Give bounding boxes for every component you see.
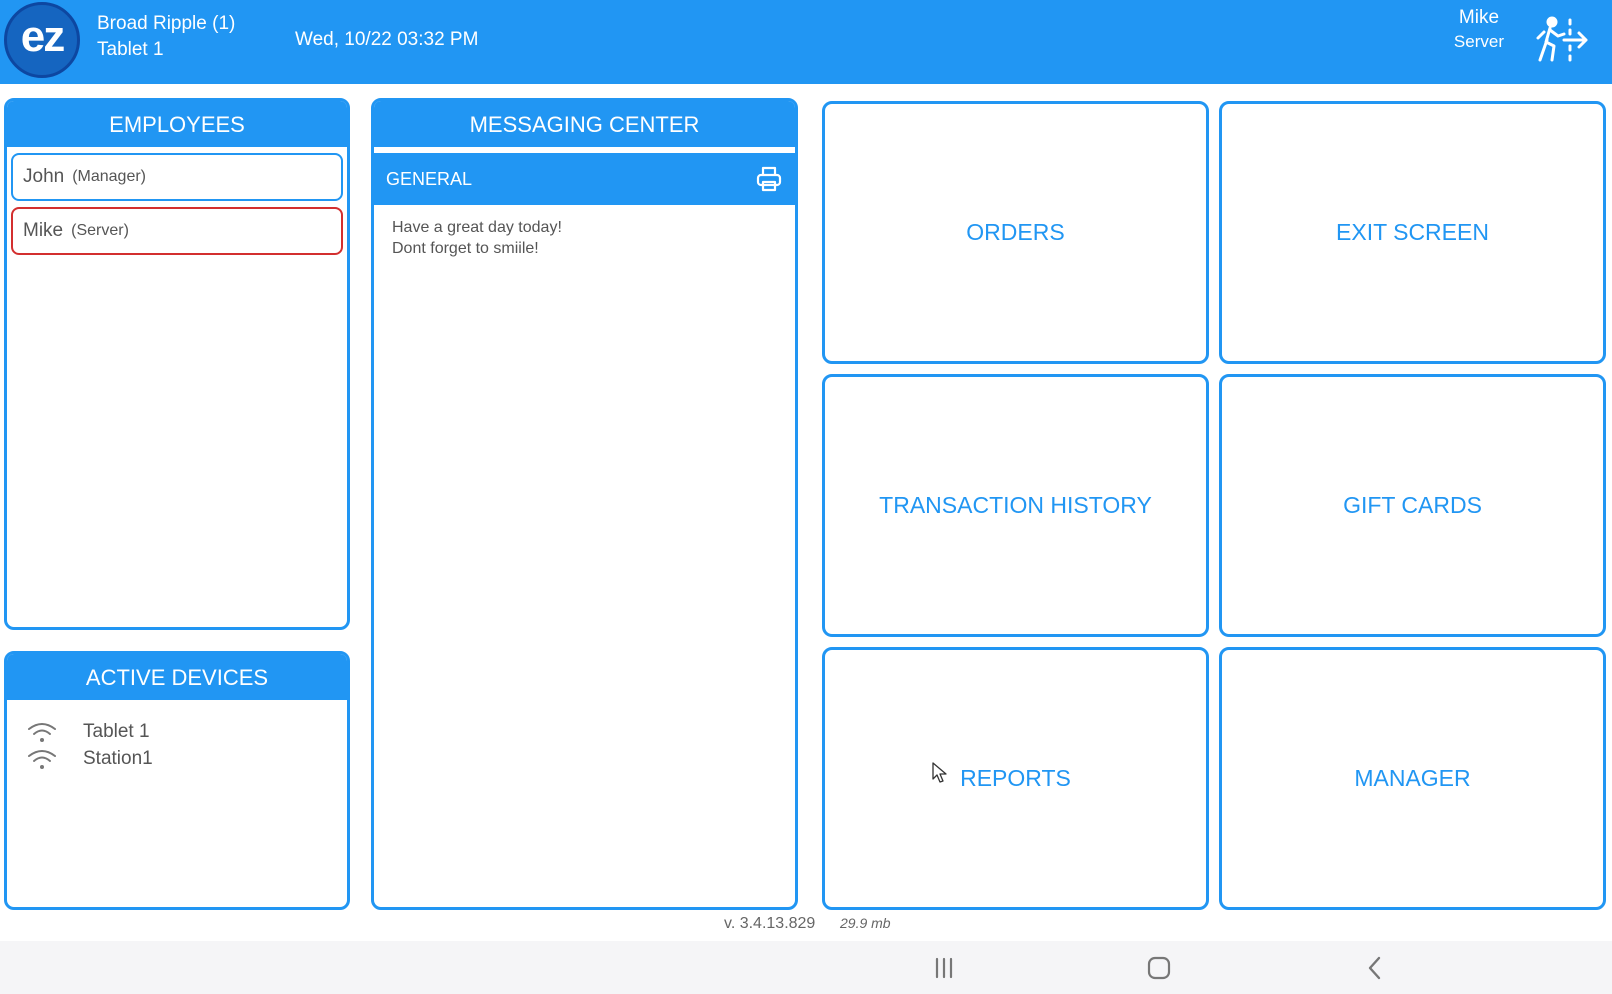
employees-panel: EMPLOYEES John (Manager) Mike (Server) (4, 98, 350, 630)
employee-role: (Server) (71, 222, 129, 239)
mouse-cursor-icon (932, 762, 947, 783)
message-channel-bar: GENERAL (374, 153, 795, 205)
manager-button[interactable]: MANAGER (1219, 647, 1606, 910)
device-list: Tablet 1 Station1 (7, 700, 347, 772)
messaging-center-title: MESSAGING CENTER (374, 101, 795, 147)
employee-item-john[interactable]: John (Manager) (11, 153, 343, 201)
top-bar: ez Broad Ripple (1) Tablet 1 Wed, 10/22 … (0, 0, 1612, 84)
reports-button[interactable]: REPORTS (822, 647, 1209, 910)
orders-button[interactable]: ORDERS (822, 101, 1209, 364)
memory-label: 29.9 mb (840, 915, 891, 931)
user-name: Mike (1458, 7, 1500, 28)
exit-screen-button[interactable]: EXIT SCREEN (1219, 101, 1606, 364)
wifi-icon (28, 722, 56, 742)
back-icon[interactable] (1360, 953, 1390, 983)
message-channel-label: GENERAL (386, 168, 473, 189)
location-info: Broad Ripple (1) Tablet 1 (97, 11, 235, 63)
wifi-icon (28, 749, 56, 769)
home-icon[interactable] (1144, 953, 1174, 983)
version-label: v. 3.4.13.829 (724, 915, 816, 932)
active-devices-title: ACTIVE DEVICES (7, 654, 347, 700)
recents-icon[interactable] (929, 953, 959, 983)
message-line: Dont forget to smiile! (392, 240, 539, 257)
current-user: Mike Server (1454, 6, 1504, 54)
active-devices-panel: ACTIVE DEVICES Tablet 1 Station1 (4, 651, 350, 910)
user-role: Server (1453, 32, 1504, 51)
date-time: Wed, 10/22 03:32 PM (295, 29, 479, 50)
logo-text: ez (20, 12, 66, 61)
device-label: Tablet 1 (83, 720, 150, 742)
message-body: Have a great day today! Dont forget to s… (374, 205, 795, 271)
employee-role: (Manager) (72, 168, 147, 185)
gift-cards-button[interactable]: GIFT CARDS (1219, 374, 1606, 637)
device-row: Station1 (27, 745, 347, 772)
device-row: Tablet 1 (27, 718, 347, 745)
ez-logo: ez (4, 2, 80, 78)
logout-person-icon[interactable] (1534, 16, 1590, 64)
device-name: Tablet 1 (97, 39, 164, 60)
message-line: Have a great day today! (392, 219, 562, 236)
printer-icon[interactable] (755, 165, 783, 193)
messaging-center-panel: MESSAGING CENTER GENERAL Have a great da… (371, 98, 798, 910)
employee-name: Mike (23, 220, 64, 241)
employee-name: John (23, 166, 65, 187)
location-name: Broad Ripple (1) (97, 13, 236, 34)
transaction-history-button[interactable]: TRANSACTION HISTORY (822, 374, 1209, 637)
android-nav-bar (0, 941, 1612, 994)
device-label: Station1 (83, 747, 153, 769)
employees-title: EMPLOYEES (7, 101, 347, 147)
employee-item-mike[interactable]: Mike (Server) (11, 207, 343, 255)
